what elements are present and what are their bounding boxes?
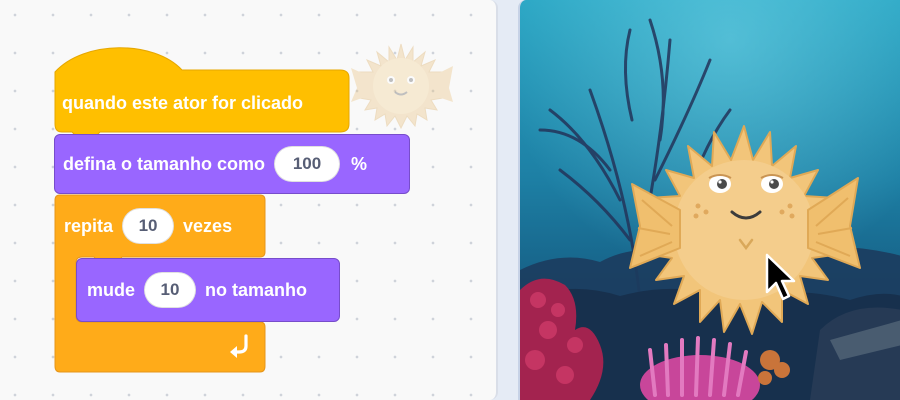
hat-block-shape [54, 47, 350, 134]
when-sprite-clicked-hat-block[interactable]: quando este ator for clicado [54, 46, 350, 134]
repeat-label: repita [64, 215, 114, 236]
panel-divider [498, 0, 518, 400]
mouse-pointer-icon [765, 253, 796, 301]
code-area[interactable]: quando este ator for clicado defina o ta… [0, 0, 498, 400]
repeat-suffix: vezes [183, 215, 233, 236]
hat-block-label: quando este ator for clicado [62, 93, 304, 113]
pufferfish-sprite-icon [351, 43, 453, 130]
change-size-input[interactable]: 10 [144, 272, 197, 308]
change-size-suffix: no tamanho [205, 279, 308, 300]
set-size-input[interactable]: 100 [274, 146, 341, 182]
repeat-count-input[interactable]: 10 [122, 208, 175, 244]
set-size-suffix: % [351, 153, 368, 174]
pufferfish-sprite[interactable] [612, 118, 878, 348]
change-size-block[interactable]: mude 10 no tamanho [76, 258, 340, 322]
change-size-label: mude [87, 279, 136, 300]
set-size-block[interactable]: defina o tamanho como 100 % [54, 134, 410, 194]
stage[interactable] [518, 0, 900, 400]
loop-arrow-icon [230, 334, 248, 358]
set-size-label: defina o tamanho como [63, 153, 266, 174]
